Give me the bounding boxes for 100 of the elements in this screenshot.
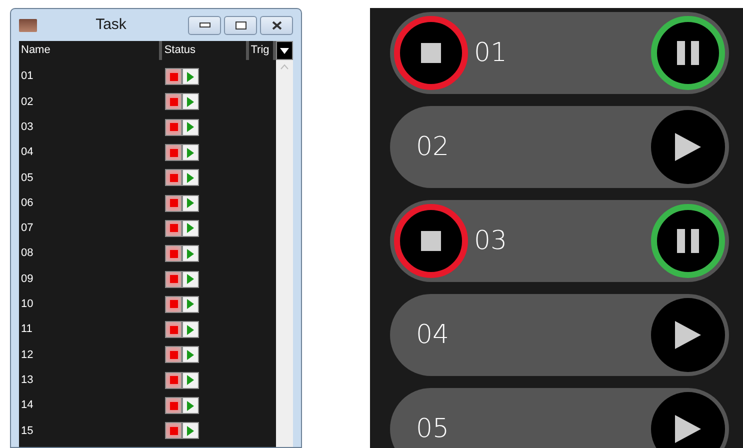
pause-icon (676, 229, 700, 253)
maximize-icon (234, 20, 246, 30)
play-button[interactable] (182, 68, 199, 86)
play-icon (675, 133, 701, 161)
play-icon (187, 350, 194, 360)
task-name: 02 (20, 94, 34, 110)
stop-button[interactable] (165, 270, 182, 288)
pause-icon (676, 41, 700, 65)
play-button[interactable] (182, 422, 199, 440)
stop-button[interactable] (165, 220, 182, 237)
play-icon (187, 426, 194, 436)
stop-icon (170, 123, 178, 132)
close-icon (270, 20, 282, 30)
play-button[interactable] (651, 110, 725, 184)
minimize-icon (198, 22, 210, 28)
play-button[interactable] (182, 118, 199, 136)
stop-button[interactable] (165, 169, 182, 186)
play-icon (187, 375, 194, 386)
stop-button[interactable] (165, 93, 182, 110)
play-button[interactable] (182, 245, 199, 262)
play-icon (187, 274, 194, 284)
play-icon (187, 223, 194, 234)
stop-icon (170, 350, 178, 359)
column-header[interactable]: Status (162, 41, 249, 60)
stop-icon (170, 72, 178, 81)
app-icon (19, 18, 37, 32)
stop-icon (170, 174, 178, 182)
stop-button[interactable] (165, 194, 182, 212)
pause-button[interactable] (651, 204, 725, 278)
play-icon (675, 321, 701, 349)
task-name: 05 (415, 412, 450, 446)
play-icon (187, 324, 194, 335)
play-icon (187, 172, 194, 183)
play-button[interactable] (651, 392, 725, 448)
task-name: 03 (473, 224, 508, 258)
stop-icon (170, 250, 178, 258)
task-name: 04 (20, 145, 34, 160)
stop-button[interactable] (165, 422, 182, 440)
play-icon (187, 400, 194, 410)
task-name: 06 (20, 196, 34, 211)
play-button[interactable] (182, 220, 199, 237)
task-name: 09 (20, 272, 34, 287)
window-title: Task (94, 14, 128, 35)
play-icon (187, 248, 194, 259)
task-name: 14 (20, 398, 34, 414)
play-button[interactable] (182, 144, 199, 162)
stop-icon (170, 199, 178, 208)
play-button[interactable] (182, 270, 199, 288)
task-name: 13 (20, 372, 34, 388)
stop-button[interactable] (165, 296, 182, 313)
play-button[interactable] (182, 372, 199, 389)
play-button[interactable] (182, 169, 199, 186)
caret-down-icon (280, 48, 290, 54)
pause-button[interactable] (651, 16, 725, 90)
task-name: 01 (20, 69, 34, 84)
task-name: 03 (20, 120, 34, 135)
stop-icon (421, 43, 441, 63)
stop-icon (170, 275, 178, 284)
stop-icon (421, 231, 441, 251)
play-icon (675, 415, 701, 443)
stop-icon (170, 426, 178, 435)
play-button[interactable] (182, 93, 199, 110)
play-icon (187, 96, 194, 107)
stop-button[interactable] (165, 118, 182, 136)
task-name: 04 (415, 318, 450, 352)
task-name: 08 (20, 246, 34, 262)
play-icon (187, 122, 194, 132)
stop-button[interactable] (394, 16, 468, 90)
column-header[interactable]: Trig (248, 41, 276, 60)
stop-icon (170, 326, 178, 334)
play-button[interactable] (182, 346, 199, 364)
play-button[interactable] (651, 298, 725, 372)
task-name: 12 (20, 348, 34, 363)
stop-icon (170, 376, 178, 384)
play-icon (187, 198, 194, 208)
stop-icon (170, 300, 178, 308)
stop-button[interactable] (394, 204, 468, 278)
stop-button[interactable] (165, 346, 182, 364)
play-button[interactable] (182, 321, 199, 338)
minimize-button[interactable] (188, 16, 221, 34)
task-name: 15 (20, 424, 34, 439)
play-button[interactable] (182, 194, 199, 212)
play-button[interactable] (182, 296, 199, 313)
stop-button[interactable] (165, 144, 182, 162)
task-name: 07 (20, 221, 34, 236)
close-button[interactable] (260, 16, 293, 34)
column-header[interactable]: Name (19, 41, 162, 60)
stop-button[interactable] (165, 68, 182, 86)
stop-icon (170, 98, 178, 106)
maximize-button[interactable] (224, 16, 257, 34)
stop-button[interactable] (165, 245, 182, 262)
play-icon (187, 148, 194, 158)
task-name: 11 (20, 322, 34, 338)
stop-button[interactable] (165, 321, 182, 338)
stop-button[interactable] (165, 372, 182, 389)
task-name: 02 (415, 130, 450, 164)
task-name: 10 (20, 297, 34, 312)
dropdown-button[interactable] (276, 41, 294, 60)
task-name: 01 (473, 36, 508, 70)
play-icon (187, 299, 194, 310)
